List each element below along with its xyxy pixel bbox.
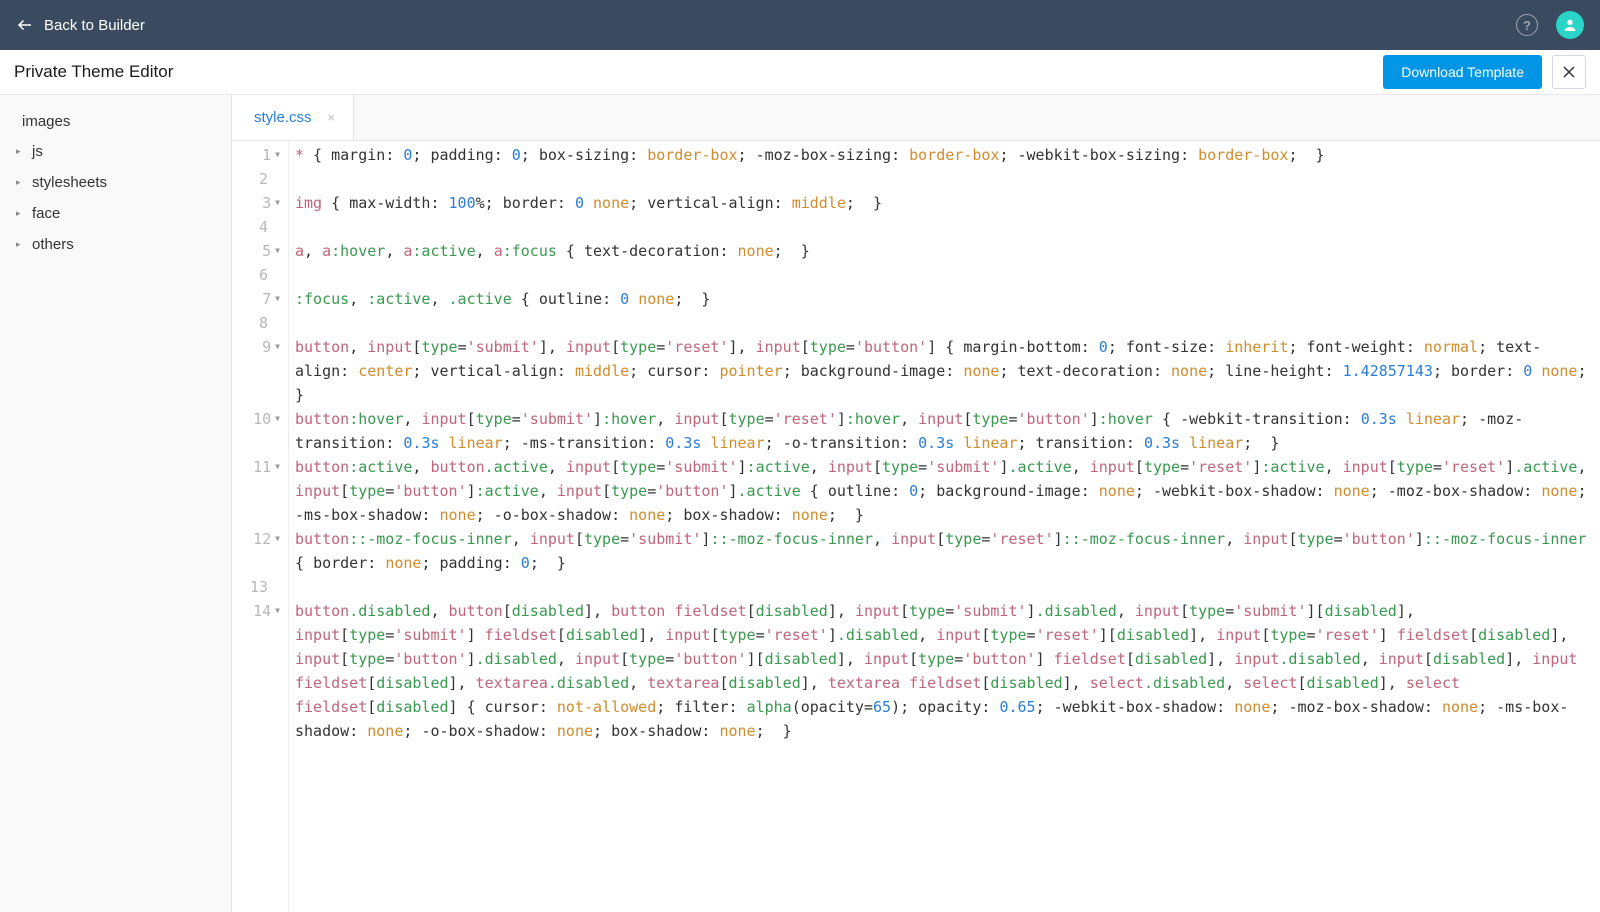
code-line[interactable]: button:hover, input[type='submit']:hover… bbox=[295, 407, 1594, 455]
sidebar-item-others[interactable]: ▸others bbox=[0, 229, 231, 260]
chevron-right-icon: ▸ bbox=[16, 177, 26, 188]
sidebar-item-stylesheets[interactable]: ▸stylesheets bbox=[0, 167, 231, 198]
sidebar-item-face[interactable]: ▸face bbox=[0, 198, 231, 229]
code-line[interactable]: button::-moz-focus-inner, input[type='su… bbox=[295, 527, 1594, 575]
code-line[interactable]: button:active, button.active, input[type… bbox=[295, 455, 1594, 527]
code-line[interactable] bbox=[295, 263, 1594, 287]
code-line[interactable]: a, a:hover, a:active, a:focus { text-dec… bbox=[295, 239, 1594, 263]
avatar[interactable] bbox=[1556, 11, 1584, 39]
tab-bar: style.css × bbox=[232, 95, 1600, 141]
main: images ▸js▸stylesheets▸face▸others style… bbox=[0, 95, 1600, 912]
chevron-right-icon: ▸ bbox=[16, 146, 26, 157]
arrow-left-icon bbox=[16, 16, 34, 34]
gutter-line: 11▼ bbox=[232, 455, 280, 527]
gutter-line: 4 bbox=[232, 215, 280, 239]
fold-icon[interactable]: ▼ bbox=[275, 335, 280, 359]
code-line[interactable] bbox=[295, 575, 1594, 599]
tab-close-icon[interactable]: × bbox=[328, 110, 336, 125]
code-line[interactable] bbox=[295, 311, 1594, 335]
code-line[interactable]: button, input[type='submit'], input[type… bbox=[295, 335, 1594, 407]
fold-icon[interactable]: ▼ bbox=[275, 599, 280, 623]
back-to-builder-link[interactable]: Back to Builder bbox=[16, 16, 145, 34]
chevron-right-icon: ▸ bbox=[16, 239, 26, 250]
file-tree-sidebar: images ▸js▸stylesheets▸face▸others bbox=[0, 95, 232, 912]
line-gutter: 1▼23▼45▼67▼89▼10▼11▼12▼1314▼ bbox=[232, 141, 289, 912]
fold-icon[interactable]: ▼ bbox=[275, 527, 280, 551]
code-line[interactable]: :focus, :active, .active { outline: 0 no… bbox=[295, 287, 1594, 311]
code-line[interactable]: * { margin: 0; padding: 0; box-sizing: b… bbox=[295, 143, 1594, 167]
top-right: ? bbox=[1516, 11, 1584, 39]
code-line[interactable] bbox=[295, 167, 1594, 191]
gutter-line: 5▼ bbox=[232, 239, 280, 263]
code-line[interactable]: button.disabled, button[disabled], butto… bbox=[295, 599, 1594, 743]
top-bar: Back to Builder ? bbox=[0, 0, 1600, 50]
download-template-button[interactable]: Download Template bbox=[1383, 55, 1542, 89]
gutter-line: 10▼ bbox=[232, 407, 280, 455]
gutter-line: 12▼ bbox=[232, 527, 280, 575]
gutter-line: 3▼ bbox=[232, 191, 280, 215]
tab-stylecss[interactable]: style.css × bbox=[232, 95, 354, 140]
gutter-line: 9▼ bbox=[232, 335, 280, 407]
close-button[interactable] bbox=[1552, 55, 1586, 89]
gutter-line: 1▼ bbox=[232, 143, 280, 167]
back-label: Back to Builder bbox=[44, 17, 145, 34]
fold-icon[interactable]: ▼ bbox=[275, 287, 280, 311]
code-line[interactable] bbox=[295, 215, 1594, 239]
editor-area: style.css × 1▼23▼45▼67▼89▼10▼11▼12▼1314▼… bbox=[232, 95, 1600, 912]
sub-header-actions: Download Template bbox=[1383, 55, 1586, 89]
page-title: Private Theme Editor bbox=[14, 62, 173, 82]
tab-label: style.css bbox=[254, 109, 312, 126]
gutter-line: 6 bbox=[232, 263, 280, 287]
fold-icon[interactable]: ▼ bbox=[275, 191, 280, 215]
gutter-line: 13 bbox=[232, 575, 280, 599]
fold-icon[interactable]: ▼ bbox=[275, 143, 280, 167]
sidebar-item-js[interactable]: ▸js bbox=[0, 136, 231, 167]
chevron-right-icon: ▸ bbox=[16, 208, 26, 219]
sidebar-item-images[interactable]: images bbox=[0, 107, 231, 136]
fold-icon[interactable]: ▼ bbox=[275, 407, 280, 431]
help-icon[interactable]: ? bbox=[1516, 14, 1538, 36]
code-content[interactable]: * { margin: 0; padding: 0; box-sizing: b… bbox=[289, 141, 1600, 912]
close-icon bbox=[1563, 66, 1575, 78]
code-line[interactable]: img { max-width: 100%; border: 0 none; v… bbox=[295, 191, 1594, 215]
fold-icon[interactable]: ▼ bbox=[275, 455, 280, 479]
code-editor[interactable]: 1▼23▼45▼67▼89▼10▼11▼12▼1314▼ * { margin:… bbox=[232, 141, 1600, 912]
gutter-line: 8 bbox=[232, 311, 280, 335]
gutter-line: 14▼ bbox=[232, 599, 280, 743]
gutter-line: 2 bbox=[232, 167, 280, 191]
gutter-line: 7▼ bbox=[232, 287, 280, 311]
fold-icon[interactable]: ▼ bbox=[275, 239, 280, 263]
sub-header: Private Theme Editor Download Template bbox=[0, 50, 1600, 95]
